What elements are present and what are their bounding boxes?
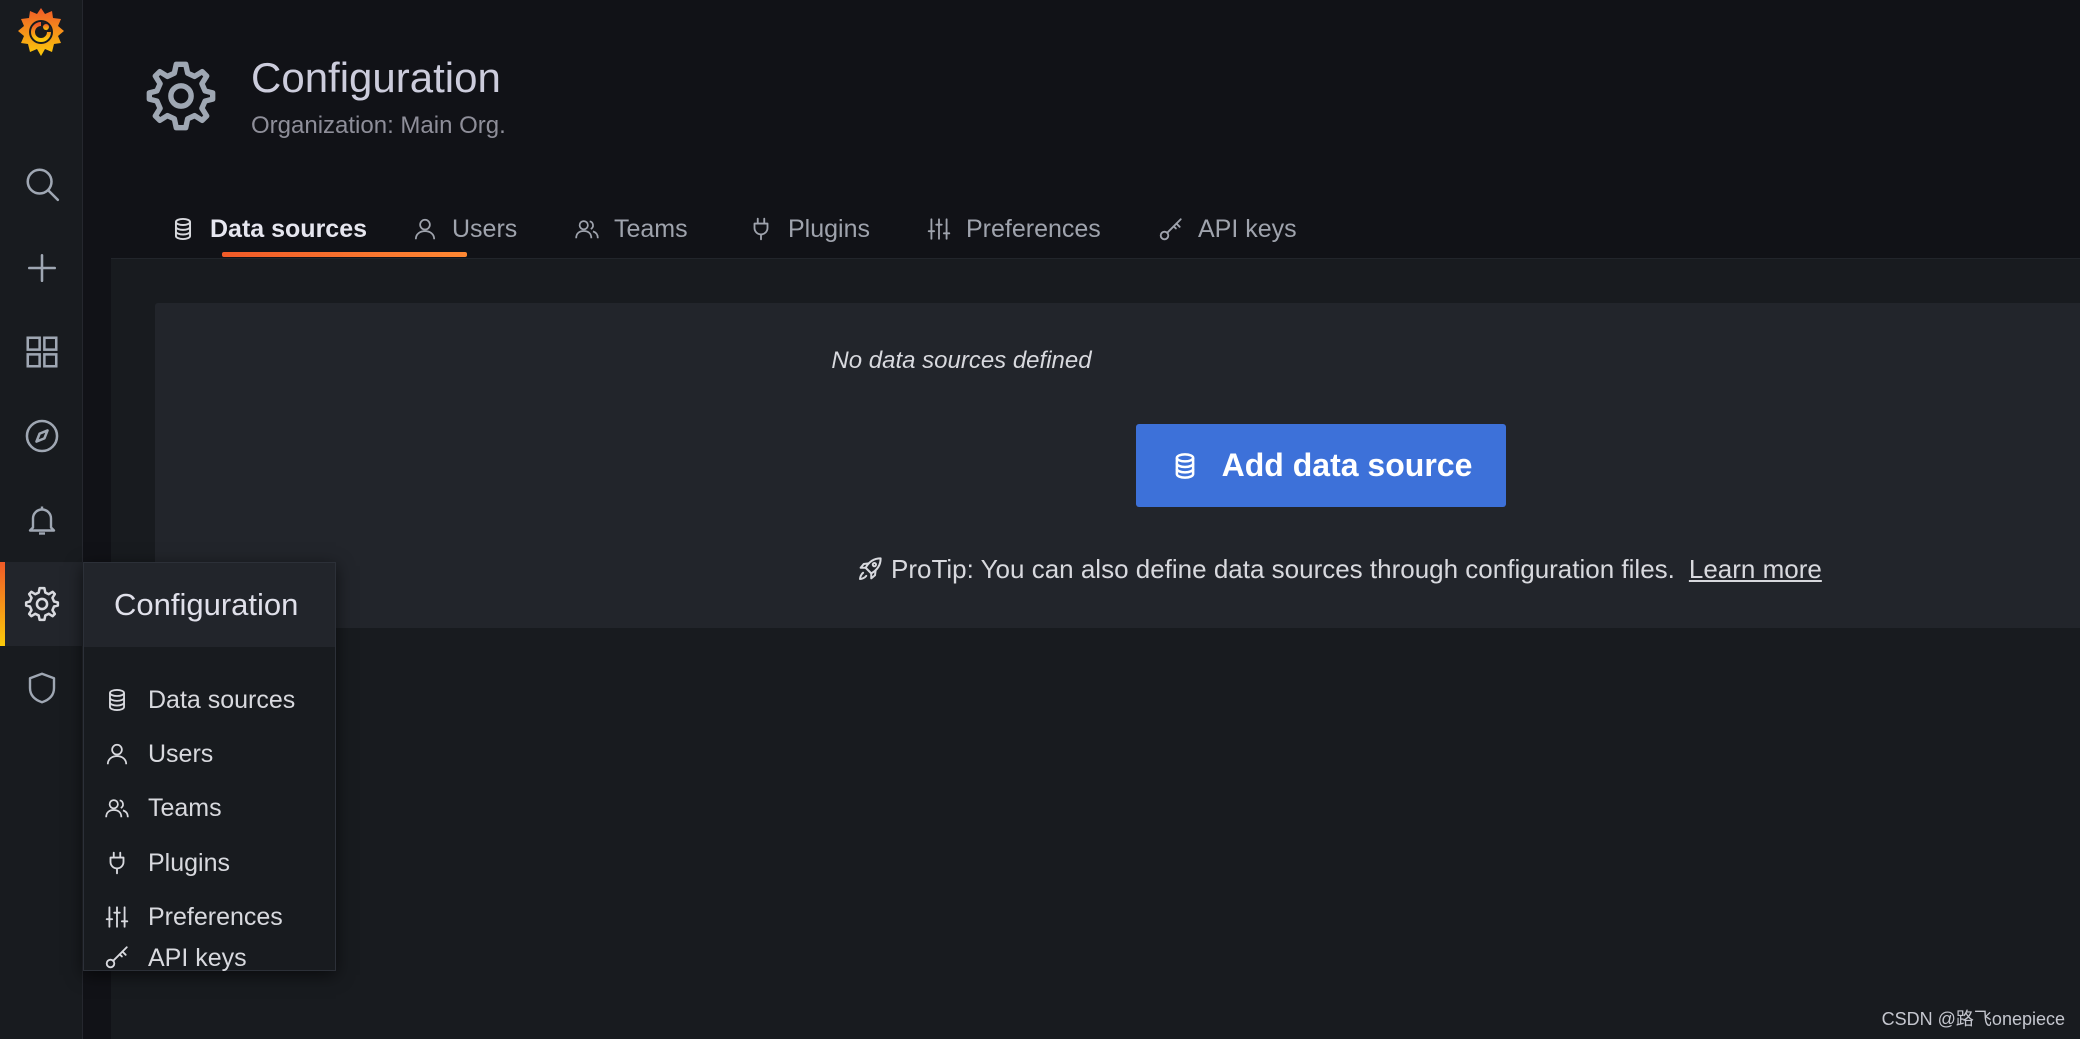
flyout-item-api-keys[interactable]: API keys	[84, 944, 335, 972]
tab-teams[interactable]: Teams	[574, 204, 688, 254]
tab-label: Preferences	[966, 214, 1101, 243]
button-label: Add data source	[1221, 447, 1473, 483]
active-tab-indicator	[222, 252, 467, 257]
tab-preferences[interactable]: Preferences	[926, 204, 1101, 254]
page-title: Configuration	[251, 54, 501, 101]
database-icon	[174, 217, 192, 241]
rocket-icon	[859, 557, 882, 580]
sidebar-item-explore[interactable]	[0, 394, 83, 478]
tab-label: Plugins	[788, 214, 870, 243]
empty-list-cta: No data sources defined Add data source …	[155, 303, 2080, 628]
grafana-logo-icon[interactable]	[16, 6, 66, 58]
protip-text: ProTip: You can also define data sources…	[891, 553, 1675, 584]
flyout-item-data-sources[interactable]: Data sources	[84, 673, 335, 727]
users-icon	[575, 220, 599, 239]
plus-icon	[27, 253, 56, 283]
flyout-item-preferences[interactable]: Preferences	[84, 890, 335, 944]
flyout-title[interactable]: Configuration	[84, 563, 335, 647]
gear-icon	[24, 586, 59, 622]
watermark: CSDN @路飞onepiece	[1881, 1009, 2065, 1029]
apps-icon	[25, 336, 58, 368]
tab-data-sources[interactable]: Data sources	[170, 204, 367, 254]
key-icon	[1159, 218, 1182, 241]
sliders-icon	[927, 218, 951, 240]
sidebar-item-alerting[interactable]	[0, 478, 83, 562]
plug-icon	[753, 217, 769, 241]
sidebar-item-create[interactable]	[0, 226, 83, 310]
tab-label: API keys	[1198, 214, 1297, 243]
search-icon	[25, 168, 59, 202]
flyout-item-label: Teams	[148, 793, 222, 822]
compass-icon	[25, 419, 58, 453]
tab-plugins[interactable]: Plugins	[748, 204, 870, 254]
plug-icon	[109, 851, 125, 875]
flyout-item-label: API keys	[148, 944, 247, 972]
key-icon	[105, 946, 128, 969]
tab-label: Data sources	[210, 214, 368, 243]
user-icon	[106, 743, 128, 765]
page-subtitle: Organization: Main Org.	[251, 112, 506, 139]
tab-label: Teams	[614, 214, 688, 243]
sidebar-item-configuration[interactable]	[0, 562, 83, 646]
page-header: Configuration Organization: Main Org. Da…	[83, 0, 2080, 258]
sidebar-item-dashboards[interactable]	[0, 310, 83, 394]
tab-label: Users	[452, 214, 518, 243]
shield-icon	[28, 672, 55, 704]
database-icon	[1175, 452, 1195, 479]
gear-icon	[143, 58, 219, 134]
sidebar	[0, 0, 83, 1039]
configuration-flyout-menu: Configuration Data sources Users Teams P…	[83, 562, 336, 972]
sidebar-item-server-admin[interactable]	[0, 646, 83, 730]
database-icon	[109, 689, 125, 711]
tab-api-keys[interactable]: API keys	[1158, 204, 1297, 254]
user-icon	[414, 218, 436, 240]
flyout-item-users[interactable]: Users	[84, 727, 335, 781]
sliders-icon	[105, 906, 129, 928]
flyout-item-label: Plugins	[148, 848, 230, 877]
flyout-item-label: Users	[148, 739, 214, 768]
flyout-item-label: Preferences	[148, 902, 283, 931]
tab-users[interactable]: Users	[412, 204, 517, 254]
users-icon	[105, 799, 129, 818]
flyout-item-label: Data sources	[148, 685, 296, 714]
bell-icon	[28, 506, 55, 535]
protip: ProTip: You can also define data sources…	[855, 551, 1822, 587]
sidebar-item-search[interactable]	[0, 142, 83, 226]
flyout-item-teams[interactable]: Teams	[84, 781, 335, 835]
add-data-source-button[interactable]: Add data source	[1136, 424, 1506, 507]
empty-state-message: No data sources defined	[831, 347, 1092, 374]
learn-more-link[interactable]: Learn more	[1689, 554, 1822, 585]
flyout-item-plugins[interactable]: Plugins	[84, 836, 335, 890]
